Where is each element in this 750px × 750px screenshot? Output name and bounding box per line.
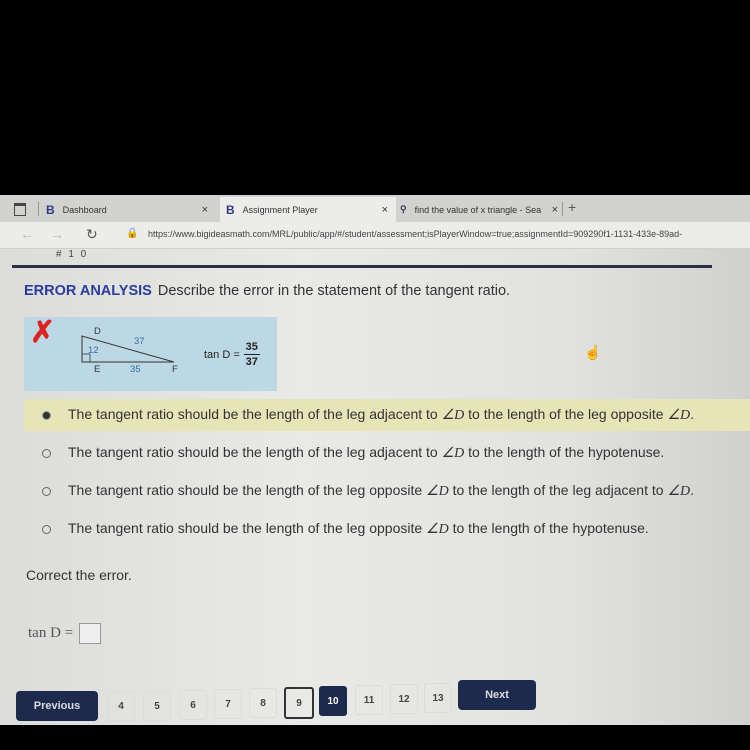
tab-divider bbox=[38, 202, 39, 216]
tab-label: Assignment Player bbox=[242, 204, 318, 215]
numerator: 35 bbox=[245, 341, 258, 353]
radio-button[interactable] bbox=[42, 448, 51, 458]
tan-label: tan D = bbox=[204, 348, 240, 361]
bigideas-logo-icon: B bbox=[46, 202, 55, 217]
side-ef-label: 35 bbox=[130, 364, 141, 375]
question-number: # 1 0 bbox=[56, 249, 89, 260]
answer-label: tan D = bbox=[28, 625, 74, 641]
close-tab-icon[interactable]: × bbox=[202, 204, 208, 216]
tangent-statement: tan D = 35 37 bbox=[204, 341, 260, 368]
option-text: The tangent ratio should be the length o… bbox=[68, 444, 665, 461]
back-button[interactable]: ← bbox=[20, 226, 34, 242]
option-text: The tangent ratio should be the length o… bbox=[68, 520, 649, 537]
option-text: The tangent ratio should be the length o… bbox=[68, 482, 694, 499]
reload-button[interactable]: ↻ bbox=[86, 226, 98, 243]
tab-search[interactable]: ⚲ find the value of x triangle - Sea × bbox=[396, 197, 566, 222]
new-tab-button[interactable]: + bbox=[568, 199, 576, 215]
close-tab-icon[interactable]: × bbox=[382, 204, 388, 216]
page-4[interactable]: 4 bbox=[107, 691, 135, 721]
page-12[interactable]: 12 bbox=[390, 684, 418, 714]
forward-button[interactable]: → bbox=[50, 226, 64, 242]
vertex-e-label: E bbox=[94, 364, 101, 375]
option-text: The tangent ratio should be the length o… bbox=[68, 406, 694, 423]
header-rule bbox=[12, 265, 712, 268]
lock-icon: 🔒 bbox=[126, 228, 139, 239]
side-de-label: 12 bbox=[88, 345, 99, 356]
answer-input[interactable] bbox=[79, 623, 102, 644]
question-prompt: ERROR ANALYSIS Describe the error in the … bbox=[24, 283, 510, 299]
page-9[interactable]: 9 bbox=[284, 687, 314, 719]
correct-the-error-label: Correct the error. bbox=[26, 567, 132, 583]
answer-row: tan D = bbox=[28, 623, 102, 644]
tab-label: find the value of x triangle - Sea bbox=[414, 204, 542, 215]
radio-button[interactable] bbox=[42, 410, 51, 420]
radio-button[interactable] bbox=[42, 524, 51, 534]
tab-dashboard[interactable]: B Dashboard × bbox=[46, 197, 216, 222]
page-7[interactable]: 7 bbox=[214, 689, 242, 719]
fraction-bar bbox=[243, 354, 260, 355]
url-field[interactable]: https://www.bigideasmath.com/MRL/public/… bbox=[148, 229, 682, 239]
pagination: Previous 4 5 6 7 8 9 10 11 12 13 Next bbox=[0, 675, 750, 725]
next-button[interactable]: Next bbox=[458, 680, 536, 710]
hand-cursor-icon: ☝ bbox=[584, 344, 602, 360]
error-analysis-heading: ERROR ANALYSIS bbox=[24, 283, 152, 299]
page-11[interactable]: 11 bbox=[355, 685, 383, 715]
denominator: 37 bbox=[245, 356, 258, 368]
browser-window: B Dashboard × B Assignment Player × ⚲ fi… bbox=[0, 195, 750, 725]
search-icon: ⚲ bbox=[400, 204, 407, 214]
page-6[interactable]: 6 bbox=[179, 690, 207, 720]
page-5[interactable]: 5 bbox=[143, 691, 171, 721]
answer-option-1[interactable]: The tangent ratio should be the length o… bbox=[24, 399, 750, 431]
tab-assignment-player[interactable]: B Assignment Player × bbox=[220, 197, 396, 222]
bigideas-logo-icon: B bbox=[226, 202, 235, 217]
page-10[interactable]: 10 bbox=[319, 686, 347, 716]
close-tab-icon[interactable]: × bbox=[552, 204, 558, 216]
page-13[interactable]: 13 bbox=[424, 683, 452, 713]
address-bar: ← → ↻ 🔒 https://www.bigideasmath.com/MRL… bbox=[0, 222, 750, 249]
fraction: 35 37 bbox=[243, 341, 260, 368]
tab-bar: B Dashboard × B Assignment Player × ⚲ fi… bbox=[0, 195, 750, 222]
answer-option-3[interactable]: The tangent ratio should be the length o… bbox=[24, 475, 750, 507]
answer-option-2[interactable]: The tangent ratio should be the length o… bbox=[24, 437, 750, 469]
previous-button[interactable]: Previous bbox=[16, 691, 98, 721]
window-menu-icon[interactable] bbox=[14, 203, 26, 216]
tab-label: Dashboard bbox=[62, 204, 107, 215]
radio-button[interactable] bbox=[42, 486, 51, 496]
vertex-f-label: F bbox=[172, 364, 178, 375]
triangle-figure: ✗ D E F 12 37 35 tan D = 35 37 bbox=[24, 316, 277, 391]
answer-option-4[interactable]: The tangent ratio should be the length o… bbox=[24, 513, 750, 545]
assessment-page: # 1 0 ERROR ANALYSIS Describe the error i… bbox=[0, 249, 750, 725]
tab-divider bbox=[562, 202, 563, 216]
prompt-text: Describe the error in the statement of t… bbox=[157, 283, 511, 299]
page-8[interactable]: 8 bbox=[249, 688, 277, 718]
vertex-d-label: D bbox=[94, 326, 101, 337]
side-df-label: 37 bbox=[134, 336, 145, 347]
